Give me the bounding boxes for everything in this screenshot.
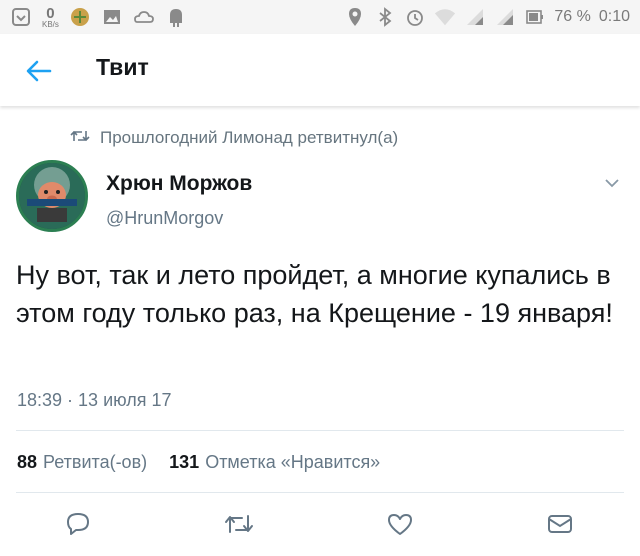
signal-icon-2 <box>494 6 516 28</box>
alarm-icon <box>404 6 426 28</box>
notification-icon <box>10 6 32 28</box>
status-bar: 0 KB/s 76 % 0:10 <box>0 0 640 34</box>
retweet-context[interactable]: Прошлогодний Лимонад ретвитнул(а) <box>70 128 398 148</box>
divider <box>16 492 624 493</box>
android-debug-icon <box>165 6 187 28</box>
divider <box>16 430 624 431</box>
retweet-small-icon <box>70 128 90 148</box>
reply-icon[interactable] <box>64 510 92 538</box>
retweets-count[interactable]: 88 <box>17 452 37 473</box>
page-title: Твит <box>96 54 149 80</box>
direct-message-icon[interactable] <box>546 510 574 538</box>
status-time: 0:10 <box>598 8 630 25</box>
tweet-stats: 88 Ретвита(-ов) 131 Отметка «Нравится» <box>17 452 380 473</box>
bluetooth-icon <box>374 6 396 28</box>
signal-icon <box>464 6 486 28</box>
retweets-label[interactable]: Ретвита(-ов) <box>43 452 147 473</box>
game-app-icon <box>69 6 91 28</box>
image-icon <box>101 6 123 28</box>
avatar[interactable] <box>16 160 88 232</box>
wifi-icon <box>434 6 456 28</box>
weather-icon <box>133 6 155 28</box>
app-header: Твит <box>0 34 640 106</box>
author-handle[interactable]: @HrunMorgov <box>106 208 223 229</box>
battery-percent: 76 % <box>554 8 591 25</box>
retweeted-by-label: Прошлогодний Лимонад ретвитнул(а) <box>100 128 399 147</box>
speed-indicator: 0 KB/s <box>42 4 59 29</box>
likes-label[interactable]: Отметка «Нравится» <box>205 452 380 473</box>
author-name[interactable]: Хрюн Моржов <box>106 172 252 196</box>
chevron-down-icon[interactable] <box>603 176 621 190</box>
tweet-timestamp: 18:39 · 13 июля 17 <box>17 390 172 410</box>
back-arrow-icon[interactable] <box>24 56 54 86</box>
location-icon <box>344 6 366 28</box>
battery-icon <box>524 6 546 28</box>
tweet-text: Ну вот, так и лето пройдет, а многие куп… <box>16 260 613 328</box>
likes-count[interactable]: 131 <box>169 452 199 473</box>
retweet-icon[interactable] <box>224 510 253 538</box>
like-icon[interactable] <box>386 510 414 538</box>
tweet-actions <box>0 500 640 550</box>
